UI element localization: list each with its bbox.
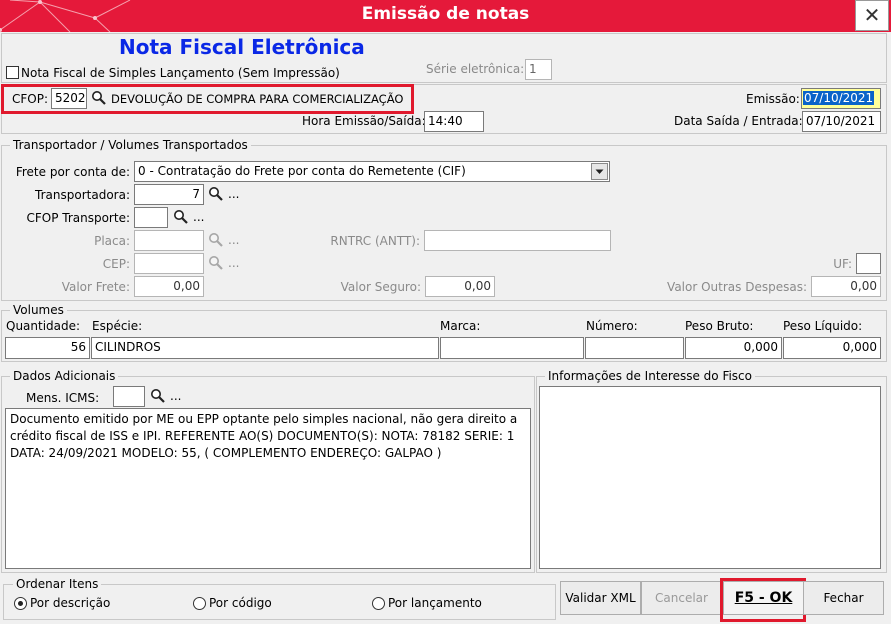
volumes-legend: Volumes: [10, 303, 67, 317]
mens-icms-field[interactable]: [113, 386, 145, 407]
hora-label: Hora Emissão/Saída:: [302, 114, 426, 128]
frete-dropdown-button[interactable]: [591, 163, 608, 180]
page-heading: Nota Fiscal Eletrônica: [119, 35, 365, 59]
uf-label: UF:: [833, 257, 852, 271]
simples-checkbox-label[interactable]: Nota Fiscal de Simples Lançamento (Sem I…: [21, 66, 340, 80]
serie-field[interactable]: 1: [525, 59, 552, 80]
numero-header: Número:: [586, 319, 638, 333]
peso-liquido-field[interactable]: 0,000: [783, 337, 881, 359]
search-icon[interactable]: [173, 209, 189, 225]
search-icon[interactable]: [208, 186, 224, 202]
quantidade-field[interactable]: 56: [5, 337, 90, 359]
radio-por-descricao[interactable]: [14, 597, 27, 610]
emissao-date-field[interactable]: 07/10/2021: [801, 88, 881, 109]
cancelar-button[interactable]: Cancelar: [641, 581, 722, 615]
fisco-textarea[interactable]: [539, 386, 881, 569]
marca-field[interactable]: [440, 337, 584, 359]
data-saida-label: Data Saída / Entrada:: [674, 114, 803, 128]
peso-liquido-header: Peso Líquido:: [783, 319, 863, 333]
mens-icms-label: Mens. ICMS:: [26, 391, 100, 405]
title-bar: Emissão de notas: [0, 0, 891, 32]
search-icon[interactable]: [208, 255, 224, 271]
search-icon[interactable]: [150, 388, 166, 404]
especie-header: Espécie:: [92, 319, 143, 333]
frete-select[interactable]: 0 - Contratação do Frete por conta do Re…: [134, 161, 610, 182]
placa-more-button[interactable]: ...: [228, 233, 239, 247]
ordenar-legend: Ordenar Itens: [13, 577, 102, 591]
emissao-window: Emissão de notas ✕ Nota Fiscal Eletrônic…: [0, 0, 891, 624]
rntrc-label: RNTRC (ANTT):: [330, 234, 420, 248]
cep-field[interactable]: [134, 253, 204, 274]
cfop-highlight-box: [1, 84, 414, 114]
serie-label: Série eletrônica:: [426, 62, 525, 76]
valor-seguro-label: Valor Seguro:: [340, 280, 421, 294]
chevron-down-icon: [595, 169, 604, 174]
emissao-date-selection: 07/10/2021: [803, 91, 875, 105]
rntrc-field[interactable]: [424, 230, 611, 251]
ok-highlight-box: [720, 578, 806, 622]
valor-frete-label: Valor Frete:: [61, 280, 130, 294]
outras-despesas-label: Valor Outras Despesas:: [667, 280, 807, 294]
radio-por-codigo-label[interactable]: Por código: [209, 596, 272, 610]
hora-field[interactable]: 14:40: [424, 111, 484, 132]
dados-adicionais-legend: Dados Adicionais: [10, 369, 119, 383]
radio-por-codigo[interactable]: [193, 597, 206, 610]
dados-adicionais-textarea[interactable]: Documento emitido por ME ou EPP optante …: [5, 408, 531, 569]
outras-despesas-field[interactable]: 0,00: [811, 276, 881, 297]
frete-label: Frete por conta de:: [15, 165, 130, 179]
cep-more-button[interactable]: ...: [228, 256, 239, 270]
transportador-legend: Transportador / Volumes Transportados: [10, 138, 251, 152]
transportadora-more-button[interactable]: ...: [228, 187, 239, 201]
transportadora-field[interactable]: 7: [134, 184, 204, 205]
placa-label: Placa:: [94, 234, 130, 248]
radio-por-lancamento-label[interactable]: Por lançamento: [388, 596, 482, 610]
placa-field[interactable]: [134, 230, 204, 251]
mens-icms-more-button[interactable]: ...: [170, 389, 181, 403]
validar-xml-button[interactable]: Validar XML: [560, 581, 641, 615]
fisco-legend: Informações de Interesse do Fisco: [545, 369, 755, 383]
fechar-button[interactable]: Fechar: [803, 581, 884, 615]
radio-por-lancamento[interactable]: [372, 597, 385, 610]
close-button[interactable]: ✕: [855, 0, 889, 31]
cfop-transporte-label: CFOP Transporte:: [26, 211, 130, 225]
peso-bruto-header: Peso Bruto:: [685, 319, 754, 333]
valor-seguro-field[interactable]: 0,00: [425, 276, 495, 297]
window-title: Emissão de notas: [361, 4, 530, 24]
cep-label: CEP:: [102, 257, 130, 271]
marca-header: Marca:: [440, 319, 481, 333]
valor-frete-field[interactable]: 0,00: [134, 276, 204, 297]
cfop-transporte-more-button[interactable]: ...: [193, 210, 204, 224]
search-icon[interactable]: [208, 232, 224, 248]
frete-select-value: 0 - Contratação do Frete por conta do Re…: [138, 164, 466, 178]
quantidade-header: Quantidade:: [6, 319, 81, 333]
uf-field[interactable]: [856, 253, 881, 274]
peso-bruto-field[interactable]: 0,000: [685, 337, 782, 359]
emissao-label: Emissão:: [746, 92, 800, 106]
data-saida-field[interactable]: 07/10/2021: [802, 111, 881, 132]
cfop-transporte-field[interactable]: [134, 207, 168, 228]
transportadora-label: Transportadora:: [35, 188, 130, 202]
numero-field[interactable]: [585, 337, 684, 359]
simples-checkbox[interactable]: [6, 66, 19, 79]
radio-por-descricao-label[interactable]: Por descrição: [30, 596, 110, 610]
especie-field[interactable]: CILINDROS: [91, 337, 439, 359]
